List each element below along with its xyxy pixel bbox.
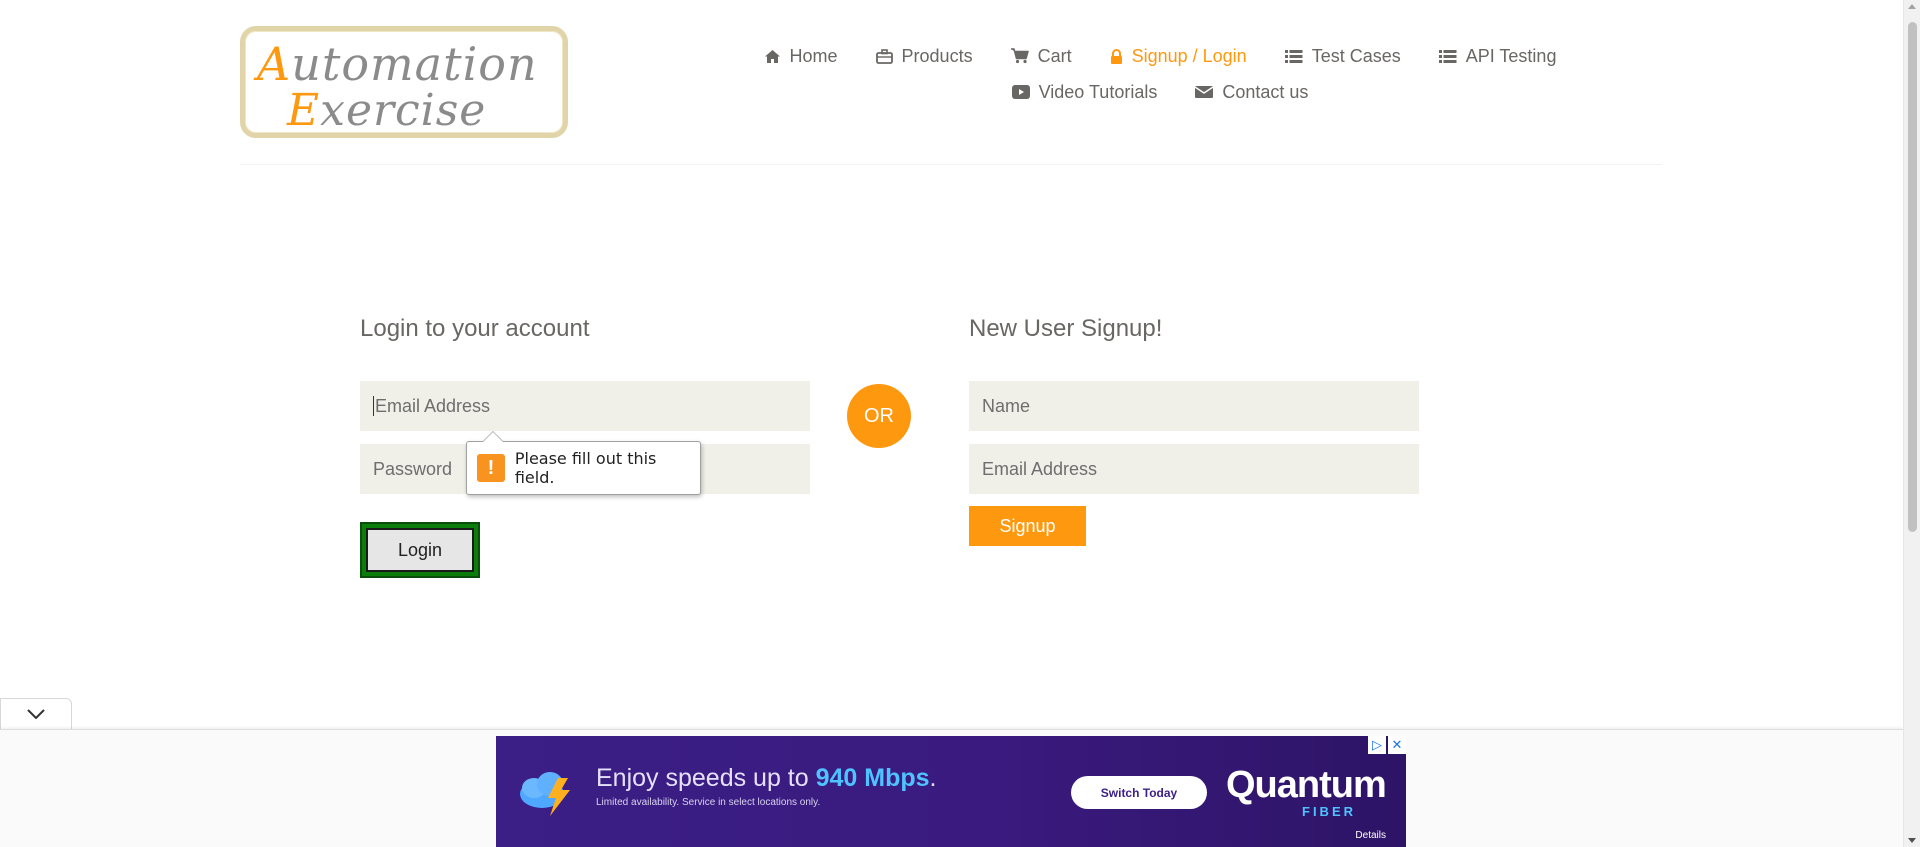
youtube-icon	[1011, 85, 1030, 99]
signup-name-input[interactable]: Name	[969, 381, 1419, 431]
vertical-scrollbar[interactable]	[1903, 0, 1920, 847]
list-icon	[1284, 49, 1303, 64]
header-divider	[240, 164, 1662, 165]
nav-test-cases-label: Test Cases	[1311, 45, 1401, 66]
signup-email-input[interactable]: Email Address	[969, 444, 1419, 494]
site-logo[interactable]: Automation Exercise	[240, 26, 568, 138]
cart-icon	[1010, 48, 1029, 64]
ad-controls: ▷ ✕	[1368, 736, 1406, 754]
ad-collapse-toggle[interactable]	[0, 698, 72, 730]
list-icon	[1438, 49, 1457, 64]
scroll-down-icon[interactable]	[1908, 838, 1916, 843]
ad-headline: Enjoy speeds up to 940 Mbps.	[596, 764, 937, 792]
nav-products-label: Products	[901, 45, 973, 66]
signup-email-placeholder: Email Address	[982, 458, 1098, 479]
ad-subline: Limited availability. Service in select …	[596, 797, 821, 808]
chevron-down-icon	[27, 706, 45, 724]
ad-brand: Quantum	[1226, 764, 1387, 806]
scroll-up-icon[interactable]	[1908, 4, 1916, 9]
ad-brand-sub: FIBER	[1302, 804, 1356, 819]
login-form-title: Login to your account	[360, 315, 590, 342]
validation-tooltip: ! Please fill out this field.	[466, 431, 701, 495]
logo-line-1: Automation	[257, 37, 538, 91]
nav-test-cases[interactable]: Test Cases	[1284, 45, 1401, 67]
nav-contact-us[interactable]: Contact us	[1195, 82, 1308, 103]
login-password-placeholder: Password	[373, 458, 453, 479]
login-button[interactable]: Login	[360, 522, 480, 578]
login-email-input[interactable]: Email Address	[360, 381, 810, 431]
page: Automation Exercise Home Products Cart S…	[0, 0, 1920, 847]
or-badge: OR	[847, 384, 911, 448]
nav-api-testing-label: API Testing	[1465, 45, 1557, 66]
nav-cart-label: Cart	[1037, 45, 1072, 66]
validation-message: Please fill out this field.	[514, 449, 657, 487]
lock-icon	[1110, 48, 1123, 64]
scrollbar-thumb[interactable]	[1908, 22, 1917, 532]
text-caret	[373, 396, 374, 416]
nav-signup-login-label: Signup / Login	[1131, 45, 1247, 66]
nav-products[interactable]: Products	[875, 45, 973, 67]
nav-cart[interactable]: Cart	[1010, 45, 1072, 67]
nav-home[interactable]: Home	[764, 46, 838, 67]
nav-video-tutorials[interactable]: Video Tutorials	[1011, 81, 1158, 103]
nav-row-2: Video Tutorials Contact us	[730, 74, 1590, 110]
login-email-placeholder: Email Address	[375, 395, 491, 416]
nav-api-testing[interactable]: API Testing	[1438, 45, 1557, 67]
signup-button[interactable]: Signup	[969, 506, 1086, 546]
logo-line-2: Exercise	[287, 85, 487, 136]
ad-cta-button[interactable]: Switch Today	[1071, 776, 1207, 809]
briefcase-icon	[875, 48, 893, 64]
nav-row-1: Home Products Cart Signup / Login Test C…	[730, 38, 1590, 74]
nav-home-label: Home	[789, 45, 838, 66]
nav-signup-login[interactable]: Signup / Login	[1110, 46, 1247, 67]
warning-icon: !	[477, 454, 505, 482]
login-button-label: Login	[366, 528, 474, 572]
home-icon	[764, 49, 781, 64]
main-nav: Home Products Cart Signup / Login Test C…	[730, 38, 1590, 110]
close-icon[interactable]: ✕	[1388, 736, 1406, 754]
cloud-bolt-icon	[514, 766, 580, 823]
nav-video-tutorials-label: Video Tutorials	[1038, 81, 1158, 102]
signup-name-placeholder: Name	[982, 395, 1031, 416]
signup-form-title: New User Signup!	[969, 315, 1163, 342]
ad-banner[interactable]: Enjoy speeds up to 940 Mbps. Limited ava…	[496, 736, 1406, 847]
adchoices-icon[interactable]: ▷	[1368, 736, 1386, 754]
nav-contact-us-label: Contact us	[1222, 81, 1309, 102]
ad-details-link[interactable]: Details	[1355, 830, 1386, 841]
envelope-icon	[1195, 85, 1214, 99]
